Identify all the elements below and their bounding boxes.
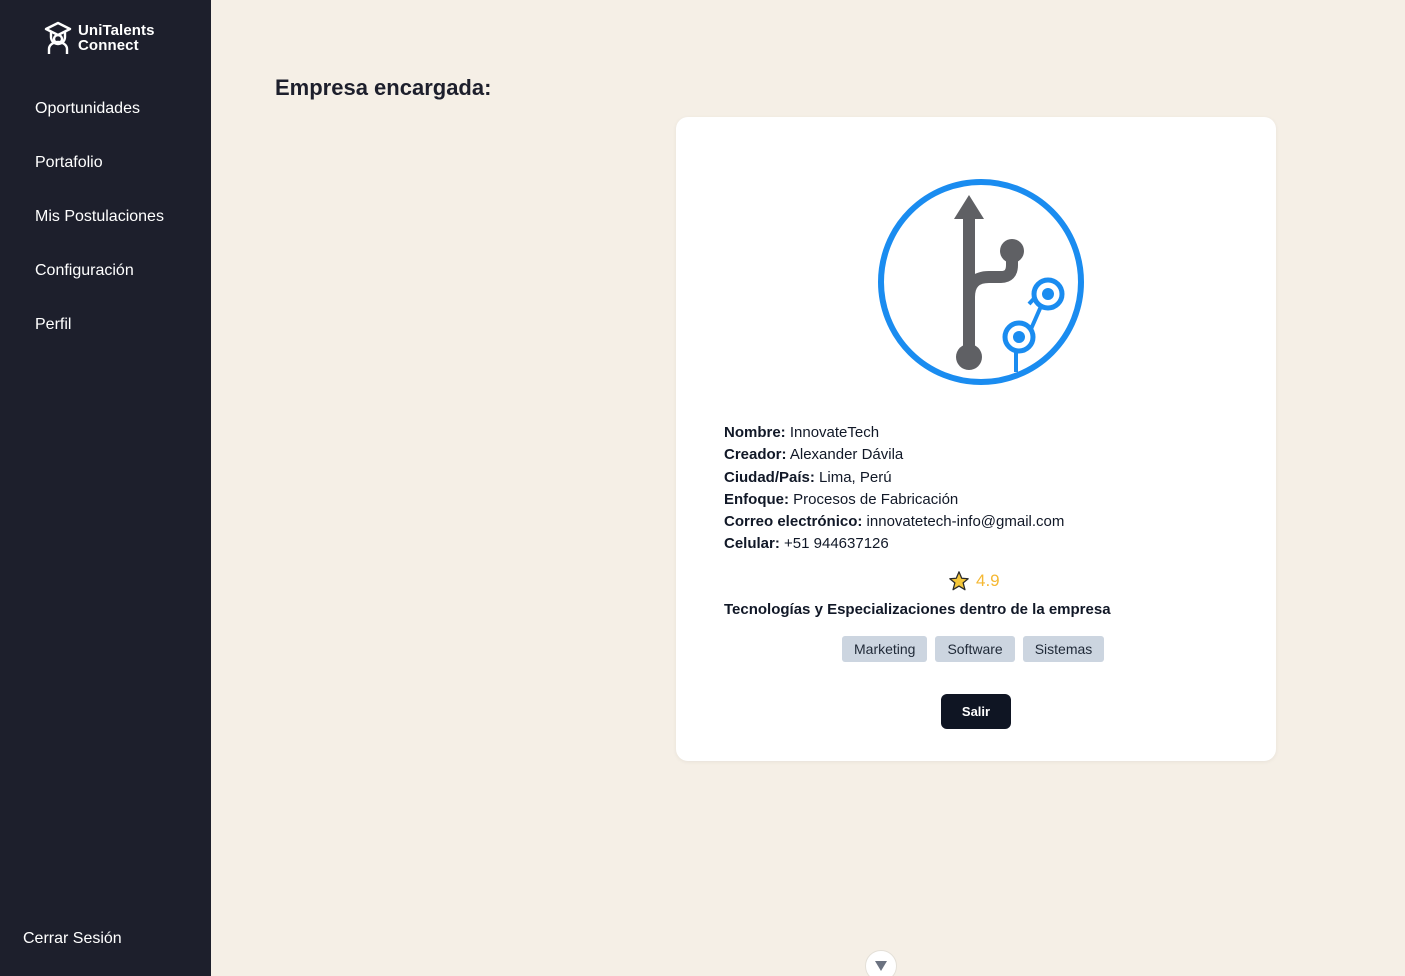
- brand[interactable]: UniTalents Connect: [44, 21, 155, 55]
- sidebar: UniTalents Connect Oportunidades Portafo…: [0, 0, 211, 976]
- info-label: Nombre:: [724, 424, 786, 441]
- info-label: Creador:: [724, 446, 787, 464]
- page-title: Empresa encargada:: [275, 75, 492, 100]
- exit-button[interactable]: Salir: [941, 694, 1011, 729]
- tag-sistemas: Sistemas: [1022, 636, 1105, 662]
- sidebar-nav: Oportunidades Portafolio Mis Postulacion…: [35, 98, 164, 368]
- info-label: Correo electrónico:: [724, 513, 863, 531]
- rating-value: 4.9: [976, 571, 1000, 590]
- info-row-email: Correo electrónico: innovatetech-info@gm…: [724, 511, 1064, 533]
- info-value: +51 944637126: [784, 535, 889, 553]
- scroll-down-button[interactable]: [865, 950, 897, 976]
- info-row-phone: Celular: +51 944637126: [724, 533, 1064, 555]
- info-label: Enfoque:: [724, 490, 789, 508]
- sidebar-item-mis-postulaciones[interactable]: Mis Postulaciones: [35, 206, 164, 260]
- star-icon: [949, 571, 969, 591]
- sidebar-item-oportunidades[interactable]: Oportunidades: [35, 98, 164, 152]
- info-label: Celular:: [724, 535, 780, 553]
- info-value: Procesos de Fabricación: [793, 490, 959, 508]
- sidebar-item-portafolio[interactable]: Portafolio: [35, 152, 164, 206]
- sidebar-item-configuracion[interactable]: Configuración: [35, 260, 164, 314]
- graduate-icon: [44, 21, 72, 54]
- brand-name: UniTalents Connect: [78, 23, 155, 53]
- tech-title: Tecnologías y Especializaciones dentro d…: [724, 601, 1111, 618]
- git-branch-logo-icon: [878, 179, 1084, 385]
- company-rating: 4.9: [948, 570, 1000, 592]
- tag-marketing: Marketing: [842, 636, 928, 662]
- info-value: Alexander Dávila: [789, 446, 904, 464]
- info-value: Lima, Perú: [819, 468, 892, 486]
- sidebar-item-perfil[interactable]: Perfil: [35, 314, 164, 368]
- info-row-name: Nombre: InnovateTech: [724, 422, 1064, 444]
- tag-list: Marketing Software Sistemas: [842, 636, 1105, 662]
- brand-line-1: UniTalents: [78, 22, 155, 39]
- info-value: innovatetech-info@gmail.com: [866, 513, 1065, 531]
- info-label: Ciudad/País:: [724, 468, 815, 486]
- brand-line-2: Connect: [78, 37, 139, 54]
- tag-software: Software: [935, 636, 1015, 662]
- chevron-down-icon: [875, 961, 887, 971]
- info-row-creator: Creador: Alexander Dávila: [724, 444, 1064, 466]
- info-value: InnovateTech: [789, 424, 880, 441]
- logout-link[interactable]: Cerrar Sesión: [23, 930, 122, 948]
- company-card: Nombre: InnovateTech Creador: Alexander …: [676, 117, 1276, 761]
- company-info: Nombre: InnovateTech Creador: Alexander …: [724, 422, 1064, 556]
- info-row-city: Ciudad/País: Lima, Perú: [724, 467, 1064, 489]
- info-row-focus: Enfoque: Procesos de Fabricación: [724, 489, 1064, 511]
